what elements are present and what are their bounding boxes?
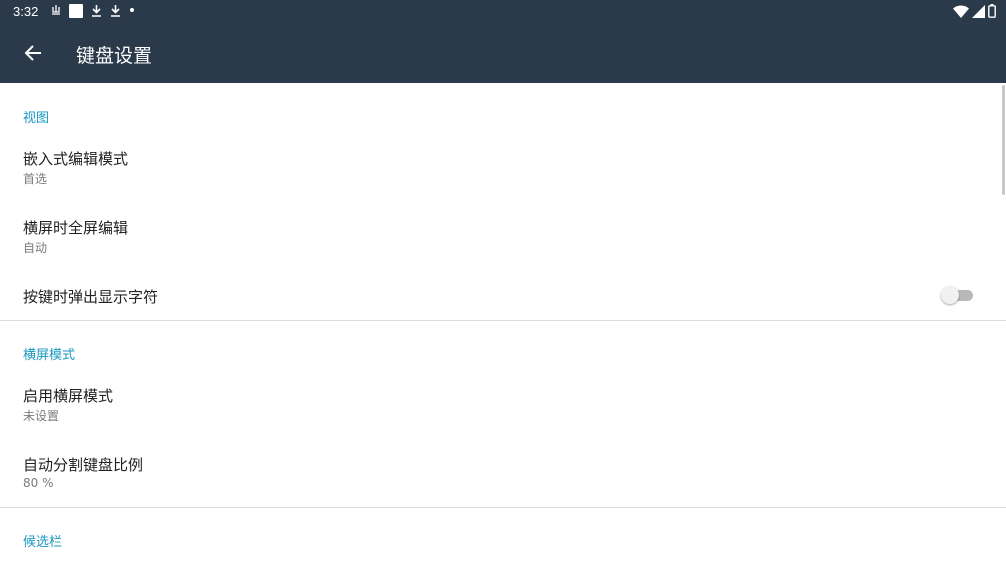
status-icons-right (953, 4, 996, 22)
download-icon (110, 4, 121, 18)
pref-summary: 80 % (23, 476, 54, 490)
pref-title: 嵌入式编辑模式 (23, 150, 129, 168)
section-header-view: 视图 (23, 111, 50, 126)
status-bar: 3:32 (0, 0, 1006, 24)
status-time: 3:32 (13, 4, 39, 19)
battery-icon (988, 4, 996, 22)
signal-icon (972, 4, 985, 22)
status-icons-left (51, 4, 135, 18)
toggle-thumb (941, 286, 959, 304)
dot-icon (129, 4, 135, 18)
download-icon (91, 4, 102, 18)
notification-icon (51, 4, 61, 18)
pref-enable-landscape-mode[interactable]: 启用横屏模式 未设置 (0, 377, 1006, 435)
pref-title: 按键时弹出显示字符 (23, 288, 159, 306)
back-button[interactable] (18, 38, 48, 68)
app-bar: 键盘设置 (0, 24, 1006, 83)
wifi-icon (953, 5, 969, 22)
pref-embedded-edit-mode[interactable]: 嵌入式编辑模式 首选 (0, 140, 1006, 198)
pref-title: 自动分割键盘比例 (23, 456, 144, 474)
section-divider (0, 320, 1006, 321)
pref-key-popup[interactable]: 按键时弹出显示字符 (0, 279, 1006, 317)
pref-summary: 未设置 (23, 409, 60, 423)
pref-summary: 首选 (23, 172, 48, 186)
pref-title: 启用横屏模式 (23, 387, 114, 405)
arrow-back-icon (24, 45, 41, 61)
section-header-landscape-mode: 横屏模式 (23, 348, 76, 363)
pref-title: 横屏时全屏编辑 (23, 219, 129, 237)
square-icon (69, 4, 83, 18)
section-header-candidate-bar: 候选栏 (23, 535, 63, 550)
pref-summary: 自动 (23, 241, 48, 255)
scrollbar[interactable] (1002, 85, 1005, 195)
section-divider (0, 507, 1006, 508)
pref-split-keyboard-ratio[interactable]: 自动分割键盘比例 80 % (0, 446, 1006, 504)
settings-list[interactable]: 视图 嵌入式编辑模式 首选 横屏时全屏编辑 自动 按键时弹出显示字符 横屏模式 … (0, 83, 1006, 565)
page-title: 键盘设置 (76, 45, 153, 67)
key-popup-toggle[interactable] (941, 285, 975, 305)
pref-landscape-fullscreen-edit[interactable]: 横屏时全屏编辑 自动 (0, 209, 1006, 267)
